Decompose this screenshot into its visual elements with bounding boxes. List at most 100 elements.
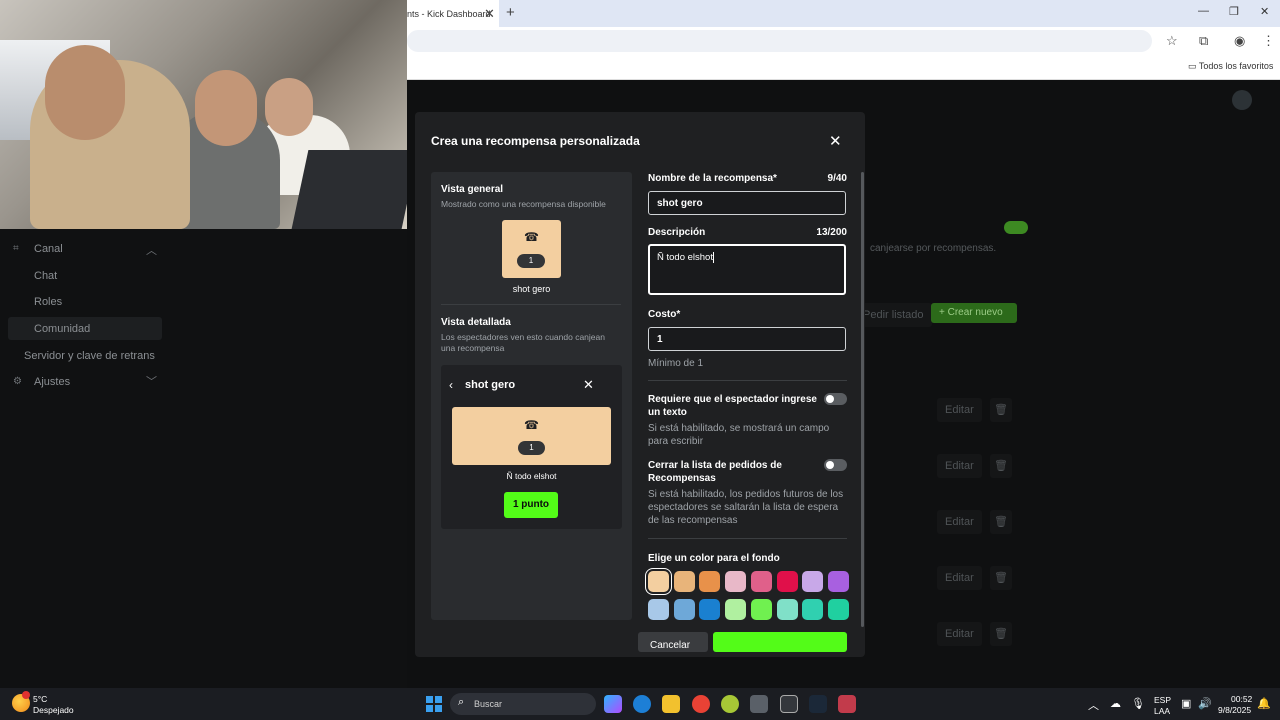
user-avatar[interactable]	[1232, 90, 1252, 110]
grid-icon: ⌗	[13, 243, 19, 254]
sidebar-item-roles[interactable]: Roles	[34, 296, 62, 308]
color-swatch[interactable]	[673, 599, 695, 620]
volume-icon[interactable]: 🔊	[1198, 697, 1212, 710]
modal-scrollbar[interactable]	[861, 172, 864, 627]
trash-icon[interactable]: 🗑	[990, 510, 1012, 534]
chrome-browser-icon[interactable]	[692, 695, 710, 713]
microphone-icon[interactable]: 🎙	[1131, 697, 1145, 710]
game-launcher-icon[interactable]	[750, 695, 768, 713]
close-list-toggle[interactable]	[824, 459, 847, 471]
clock-date[interactable]: 9/8/2025	[1218, 705, 1251, 715]
language-region[interactable]: LAA	[1154, 706, 1170, 716]
window-close-icon[interactable]: ✕	[1260, 5, 1269, 18]
edit-button[interactable]: Editar	[937, 398, 982, 422]
edit-button[interactable]: Editar	[937, 566, 982, 590]
trash-icon[interactable]: 🗑	[990, 622, 1012, 646]
sidebar-item-canal[interactable]: Canal	[34, 243, 63, 255]
steam-icon[interactable]	[809, 695, 827, 713]
gift-icon: ☎	[524, 418, 539, 432]
color-swatch[interactable]	[802, 571, 824, 592]
sidebar-item-stream-key[interactable]: Servidor y clave de retrans	[24, 350, 155, 362]
trash-icon[interactable]: 🗑	[990, 398, 1012, 422]
gift-icon: ☎	[524, 230, 539, 244]
color-swatch[interactable]	[673, 571, 695, 592]
url-field[interactable]	[407, 30, 1152, 52]
clock-time[interactable]: 00:52	[1231, 694, 1252, 704]
toggle-knob	[826, 461, 834, 469]
request-list-button[interactable]: Pedir listado	[855, 303, 932, 327]
color-swatch[interactable]	[750, 571, 772, 592]
edit-button[interactable]: Editar	[937, 454, 982, 478]
color-swatch[interactable]	[648, 599, 669, 620]
color-swatch[interactable]	[750, 599, 772, 620]
restore-icon[interactable]: ❐	[1229, 5, 1239, 18]
trash-icon[interactable]: 🗑	[990, 566, 1012, 590]
color-swatch[interactable]	[802, 599, 824, 620]
rewards-description: canjearse por recompensas.	[870, 243, 997, 254]
edit-button[interactable]: Editar	[937, 510, 982, 534]
color-swatch[interactable]	[725, 599, 747, 620]
color-swatch[interactable]	[648, 571, 669, 592]
epic-games-icon[interactable]	[780, 695, 798, 713]
color-swatch[interactable]	[699, 571, 721, 592]
profile-icon[interactable]: ◉	[1234, 33, 1245, 49]
create-new-button[interactable]: + Crear nuevo	[931, 303, 1017, 323]
razer-app-icon[interactable]	[721, 695, 739, 713]
menu-icon[interactable]: ⋮	[1262, 33, 1275, 49]
cost-pill: 1	[517, 254, 545, 268]
sidebar-item-chat[interactable]: Chat	[34, 270, 57, 282]
reward-detail-card: ‹ shot gero ✕ ☎ 1 Ñ todo elshot 1 punto	[441, 365, 622, 529]
chevron-down-icon[interactable]: ﹀	[146, 373, 157, 389]
close-icon[interactable]: ✕	[583, 377, 594, 393]
extensions-icon[interactable]: ⧉	[1199, 33, 1208, 49]
color-swatch[interactable]	[699, 599, 721, 620]
rewards-enabled-toggle[interactable]	[1004, 221, 1028, 234]
file-explorer-icon[interactable]	[662, 695, 680, 713]
trash-icon[interactable]: 🗑	[990, 454, 1012, 478]
reward-name-preview: shot gero	[512, 284, 551, 294]
edit-button[interactable]: Editar	[937, 622, 982, 646]
display-icon[interactable]: ▣	[1181, 697, 1191, 710]
windows-start-icon[interactable]	[426, 696, 442, 712]
require-text-hint: Si está habilitado, se mostrará un campo…	[648, 423, 830, 447]
obs-recording-icon[interactable]	[838, 695, 856, 713]
color-swatch[interactable]	[776, 599, 798, 620]
close-tab-icon[interactable]: ✕	[484, 6, 495, 22]
notification-bell-icon[interactable]: 🔔	[1257, 697, 1271, 710]
sidebar-item-ajustes[interactable]: Ajustes	[34, 376, 70, 388]
new-tab-button[interactable]: +	[506, 4, 515, 21]
cancel-button[interactable]: Cancelar	[638, 632, 708, 652]
taskbar-search[interactable]: ⌕ Buscar	[450, 693, 596, 715]
all-bookmarks-link[interactable]: ▭ Todos los favoritos	[1188, 61, 1273, 72]
language-code[interactable]: ESP	[1154, 695, 1171, 705]
minimize-icon[interactable]: —	[1198, 5, 1209, 17]
create-reward-button[interactable]	[713, 632, 847, 652]
cloud-icon[interactable]: ☁	[1110, 697, 1121, 710]
notification-badge	[22, 691, 30, 699]
name-label: Nombre de la recompensa*	[648, 173, 777, 184]
chevron-up-icon[interactable]: ︿	[1088, 697, 1099, 713]
cost-label: Costo*	[648, 309, 681, 320]
description-textarea[interactable]: Ñ todo elshot	[648, 244, 846, 295]
all-bookmarks-label: Todos los favoritos	[1198, 61, 1274, 71]
color-swatch[interactable]	[827, 599, 849, 620]
color-swatch[interactable]	[776, 571, 798, 592]
chevron-up-icon[interactable]: ︿	[146, 242, 157, 258]
description-value: Ñ todo elshot	[657, 252, 713, 264]
reward-name-input[interactable]: shot gero	[648, 191, 846, 215]
bookmark-star-icon[interactable]: ☆	[1166, 33, 1178, 49]
cost-input[interactable]: 1	[648, 327, 846, 351]
color-swatch[interactable]	[725, 571, 747, 592]
chevron-left-icon[interactable]: ‹	[449, 378, 453, 392]
redeem-point-button[interactable]: 1 punto	[504, 492, 558, 518]
color-swatch[interactable]	[827, 571, 849, 592]
edge-browser-icon[interactable]	[633, 695, 651, 713]
webcam-person-head	[265, 78, 313, 136]
copilot-icon[interactable]	[604, 695, 622, 713]
modal-title: Crea una recompensa personalizada	[431, 134, 640, 148]
search-icon: ⌕	[458, 696, 465, 708]
require-text-toggle[interactable]	[824, 393, 847, 405]
gear-icon: ⚙	[13, 376, 22, 387]
close-icon[interactable]: ✕	[829, 132, 842, 150]
sidebar-item-comunidad[interactable]: Comunidad	[34, 323, 90, 335]
